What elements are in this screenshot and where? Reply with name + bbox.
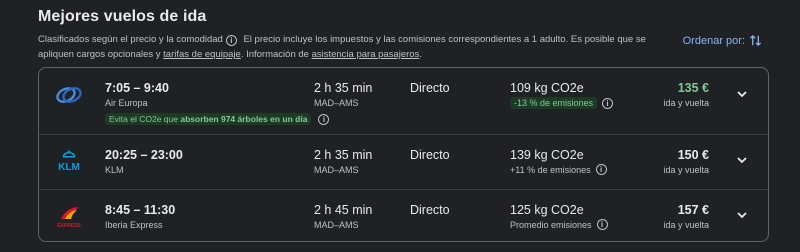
expand-chevron-icon[interactable] [734, 152, 750, 168]
flight-stops: Directo [410, 203, 450, 217]
price-type: ida y vuelta [663, 165, 709, 175]
flight-times: 8:45 – 11:30 [105, 203, 176, 217]
flight-route: MAD–AMS [314, 98, 359, 108]
emissions-info: +11 % de emisiones i [510, 164, 611, 175]
price-type: ida y vuelta [663, 220, 709, 230]
emissions-text: Promedio emisiones [510, 219, 592, 230]
eco-highlight: absorben 974 árboles en un día [180, 114, 308, 124]
emissions-text: +11 % de emisiones [510, 164, 591, 175]
flight-route: MAD–AMS [314, 220, 359, 230]
klm-logo-text: KLM [58, 162, 80, 173]
flight-duration: 2 h 45 min [314, 203, 373, 217]
emissions-info-icon[interactable]: i [595, 164, 607, 175]
period: . [419, 49, 422, 60]
section-title: Mejores vuelos de ida [38, 8, 207, 25]
price-type: ida y vuelta [663, 98, 709, 108]
klm-logo: KLM [52, 147, 86, 177]
sort-label: Ordenar por: [682, 34, 745, 47]
emissions-info-icon[interactable]: i [596, 219, 608, 230]
iberia-express-logo-icon: EXPRESS [57, 207, 81, 229]
results-description: Clasificados según el precio y la comodi… [38, 32, 678, 62]
flight-price: 157 € [677, 203, 709, 217]
info-text: . Información de [240, 49, 312, 60]
flight-row[interactable]: 7:05 – 9:40 Air Europa Evita el CO2e que… [39, 68, 768, 134]
eco-badge: Evita el CO2e que absorben 974 árboles e… [105, 113, 333, 125]
passenger-assistance-link[interactable]: asistencia para pasajeros [312, 49, 420, 60]
flight-price: 135 € [677, 81, 709, 95]
sort-icon [749, 34, 762, 47]
co2-amount: 125 kg CO2e [510, 203, 584, 217]
flight-times: 20:25 – 23:00 [105, 148, 183, 162]
emissions-info: -13 % de emisiones i [510, 97, 617, 109]
flight-row[interactable]: KLM 20:25 – 23:00 KLM 2 h 35 min MAD–AMS… [39, 134, 768, 189]
results-header: Mejores vuelos de ida Clasificados según… [38, 8, 762, 60]
flight-stops: Directo [410, 81, 450, 95]
baggage-fees-link[interactable]: tarifas de equipaje [163, 49, 241, 60]
flight-route: MAD–AMS [314, 165, 359, 175]
co2-amount: 109 kg CO2e [510, 81, 584, 95]
eco-pill: Evita el CO2e que absorben 974 árboles e… [105, 113, 312, 125]
emissions-info-icon[interactable]: i [602, 97, 614, 109]
flight-price: 150 € [677, 148, 709, 162]
ranking-text: Clasificados según el precio y la comodi… [38, 34, 223, 45]
airline-name: KLM [105, 165, 124, 175]
iberia-logo-text: EXPRESS [57, 223, 81, 229]
flight-duration: 2 h 35 min [314, 148, 373, 162]
airline-name: Air Europa [105, 98, 148, 108]
air-europa-logo [52, 80, 86, 110]
iberia-express-logo: EXPRESS [52, 202, 86, 232]
info-icon[interactable]: i [225, 35, 237, 46]
flight-results-list: 7:05 – 9:40 Air Europa Evita el CO2e que… [38, 67, 769, 242]
co2-amount: 139 kg CO2e [510, 148, 584, 162]
klm-logo-icon: KLM [58, 150, 80, 173]
eco-prefix: Evita el CO2e que [109, 114, 181, 124]
expand-chevron-icon[interactable] [734, 207, 750, 223]
emissions-info: Promedio emisiones i [510, 219, 612, 230]
flight-row[interactable]: EXPRESS 8:45 – 11:30 Iberia Express 2 h … [39, 189, 768, 241]
airline-name: Iberia Express [105, 220, 163, 230]
emissions-tag: -13 % de emisiones [510, 97, 598, 109]
expand-chevron-icon[interactable] [734, 86, 750, 102]
flight-stops: Directo [410, 148, 450, 162]
flight-times: 7:05 – 9:40 [105, 81, 169, 95]
air-europa-logo-icon [56, 87, 82, 103]
eco-info-icon[interactable]: i [318, 113, 330, 125]
sort-button[interactable]: Ordenar por: [683, 34, 762, 47]
flight-duration: 2 h 35 min [314, 81, 373, 95]
